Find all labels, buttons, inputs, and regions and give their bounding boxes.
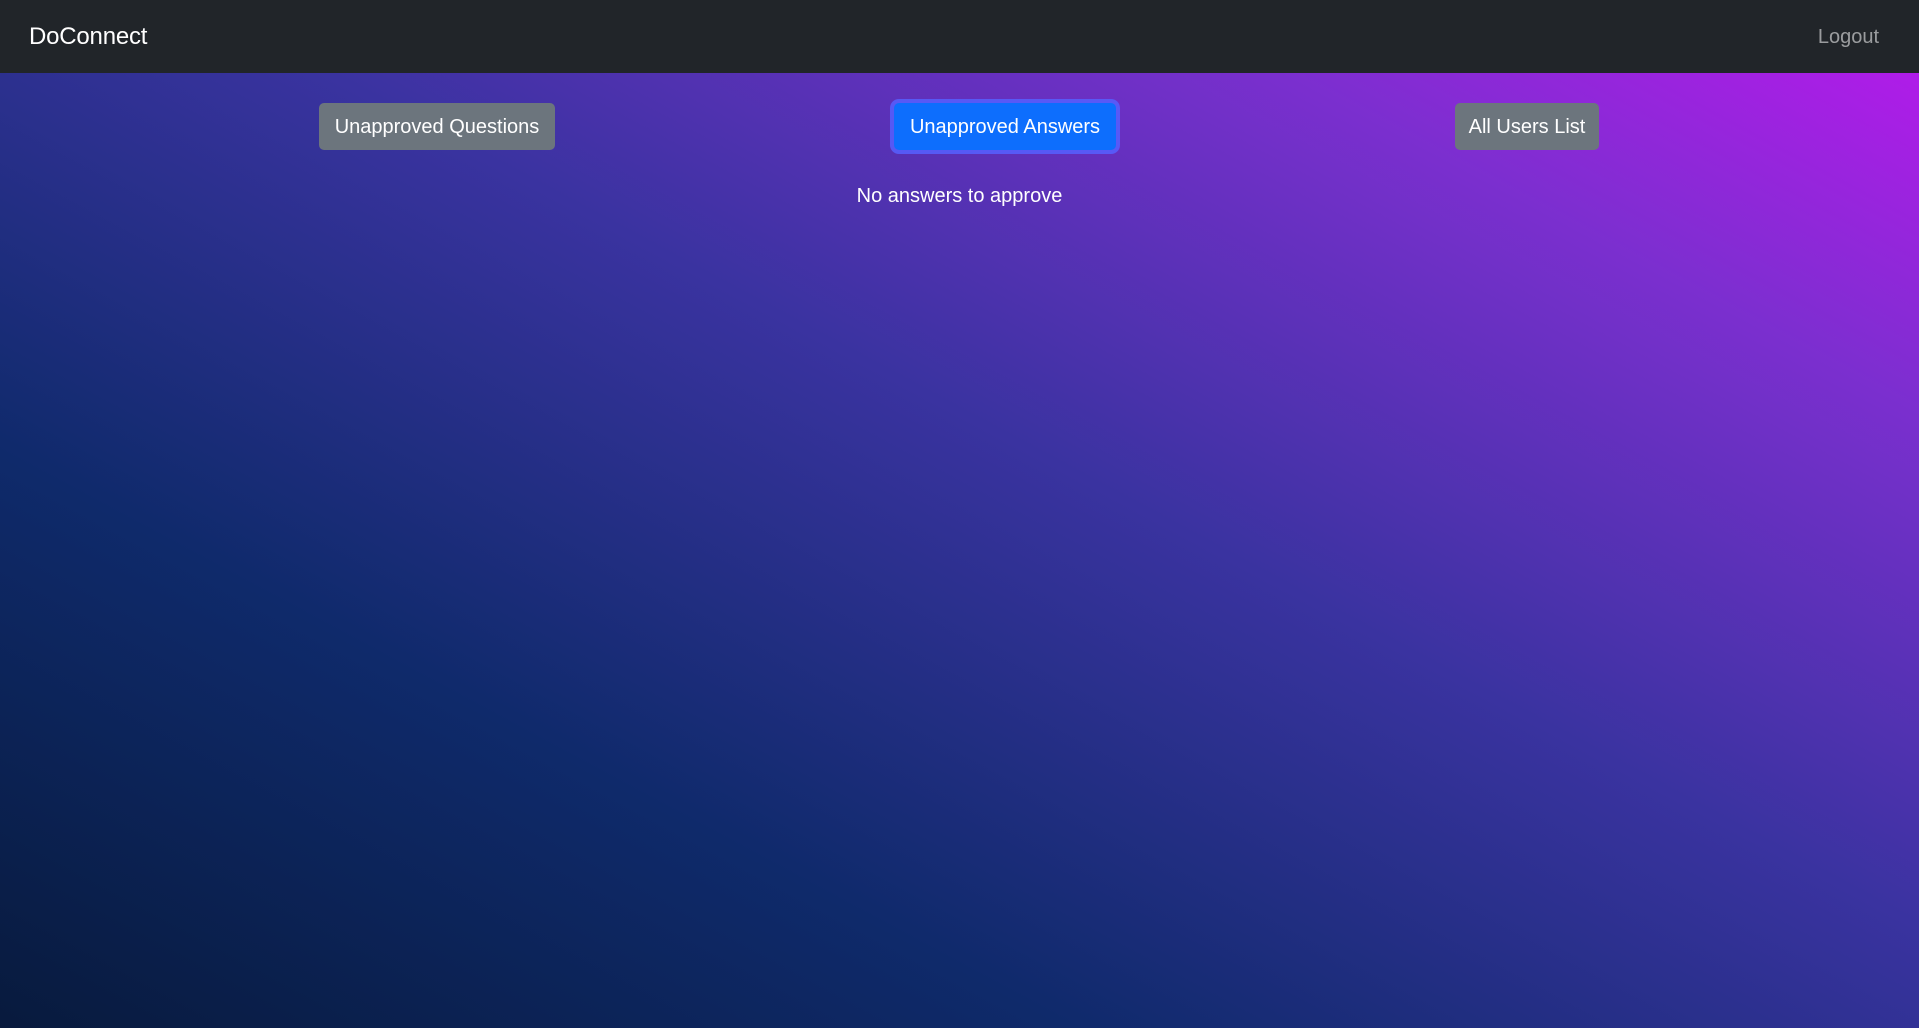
all-users-list-button[interactable]: All Users List bbox=[1455, 103, 1599, 150]
navbar: DoConnect Logout bbox=[0, 0, 1919, 73]
empty-state-text: No answers to approve bbox=[856, 185, 1063, 207]
unapproved-answers-button[interactable]: Unapproved Answers bbox=[894, 103, 1116, 150]
brand-logo[interactable]: DoConnect bbox=[29, 22, 147, 52]
empty-state-message: No answers to approve bbox=[0, 183, 1919, 209]
unapproved-questions-button[interactable]: Unapproved Questions bbox=[319, 103, 555, 150]
logout-link[interactable]: Logout bbox=[1818, 24, 1879, 50]
